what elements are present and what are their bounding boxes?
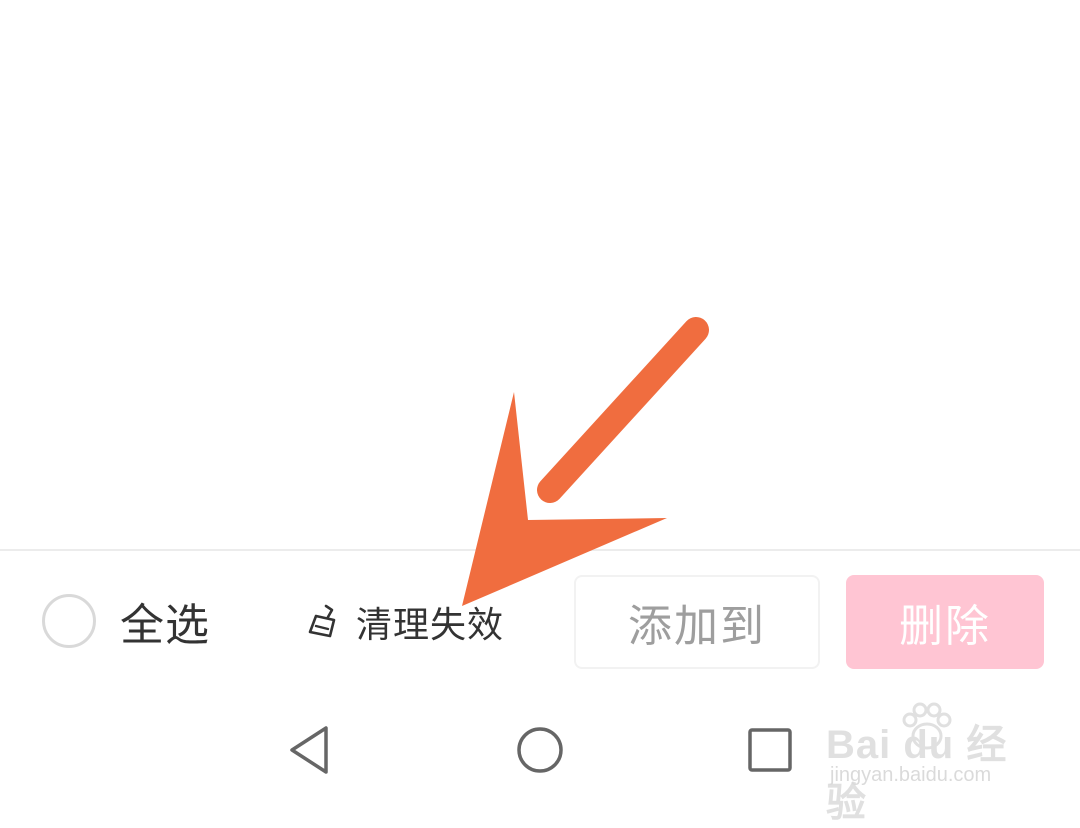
select-all-toggle[interactable]: 全选: [42, 591, 210, 651]
clean-invalid-label: 清理失效: [356, 605, 505, 646]
baidu-watermark: Bai du 经验 jingyan.baidu.com: [826, 694, 1036, 825]
radio-circle-icon[interactable]: [42, 594, 96, 648]
empty-content-area: [0, 0, 1080, 550]
clean-invalid-button[interactable]: 清理失效: [304, 597, 504, 647]
select-all-label: 全选: [120, 600, 210, 651]
delete-button[interactable]: 删除: [846, 575, 1044, 669]
circle-home-icon[interactable]: [510, 720, 570, 780]
add-to-button[interactable]: 添加到: [574, 575, 820, 669]
bottom-action-bar: 全选 清理失效 添加到 删除: [0, 551, 1080, 691]
triangle-back-icon[interactable]: [284, 720, 344, 780]
broom-icon: [308, 604, 336, 638]
square-recent-icon[interactable]: [740, 720, 800, 780]
watermark-url: jingyan.baidu.com: [830, 764, 992, 786]
